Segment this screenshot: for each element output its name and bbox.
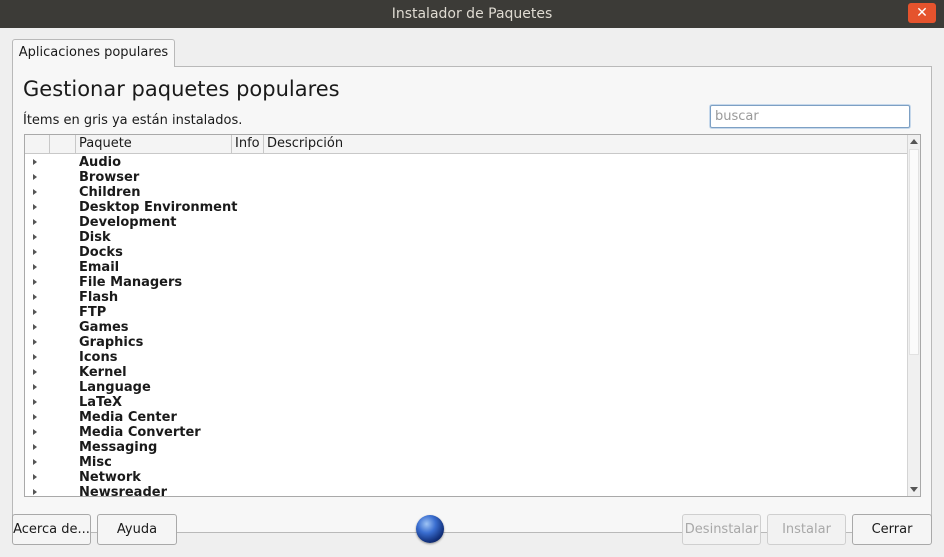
tree-row[interactable]: Audio [25, 155, 907, 170]
vertical-scrollbar[interactable] [907, 135, 920, 496]
tree-row[interactable]: Kernel [25, 365, 907, 380]
column-header-package[interactable]: Paquete [76, 135, 232, 154]
scroll-down-icon[interactable] [910, 487, 918, 492]
expander-icon[interactable] [33, 489, 37, 495]
tree-row[interactable]: Network [25, 470, 907, 485]
category-label: FTP [79, 305, 107, 320]
package-tree[interactable]: Paquete Info Descripción Audio Browser Chi… [24, 134, 921, 497]
expander-icon[interactable] [33, 459, 37, 465]
tree-row[interactable]: Language [25, 380, 907, 395]
tree-row[interactable]: Children [25, 185, 907, 200]
tree-row[interactable]: Development [25, 215, 907, 230]
tree-row[interactable]: Misc [25, 455, 907, 470]
tree-row[interactable]: Media Center [25, 410, 907, 425]
expander-icon[interactable] [33, 474, 37, 480]
column-header-description[interactable]: Descripción [264, 135, 907, 154]
installed-hint: Ítems en gris ya están instalados. [23, 113, 243, 128]
window-title: Instalador de Paquetes [391, 6, 553, 22]
tree-row[interactable]: LaTeX [25, 395, 907, 410]
tree-header: Paquete Info Descripción [25, 135, 907, 154]
main-window: Aplicaciones populares Gestionar paquete… [0, 28, 944, 557]
category-label: Development [79, 215, 177, 230]
expander-icon[interactable] [33, 339, 37, 345]
about-button[interactable]: Acerca de... [12, 514, 91, 545]
install-button[interactable]: Instalar [767, 514, 846, 545]
category-label: Audio [79, 155, 122, 170]
category-label: Children [79, 185, 141, 200]
category-label: Messaging [79, 440, 158, 455]
expander-icon[interactable] [33, 309, 37, 315]
category-label: Browser [79, 170, 140, 185]
expander-icon[interactable] [33, 369, 37, 375]
tree-row[interactable]: Desktop Environment [25, 200, 907, 215]
expander-icon[interactable] [33, 429, 37, 435]
expander-icon[interactable] [33, 159, 37, 165]
expander-icon[interactable] [33, 234, 37, 240]
column-header-check[interactable] [50, 135, 76, 154]
expander-icon[interactable] [33, 174, 37, 180]
help-button[interactable]: Ayuda [97, 514, 177, 545]
category-label: LaTeX [79, 395, 123, 410]
tree-row[interactable]: Games [25, 320, 907, 335]
expander-icon[interactable] [33, 264, 37, 270]
expander-icon[interactable] [33, 204, 37, 210]
tree-row[interactable]: Browser [25, 170, 907, 185]
expander-icon[interactable] [33, 219, 37, 225]
tree-row[interactable]: File Managers [25, 275, 907, 290]
expander-icon[interactable] [33, 279, 37, 285]
category-label: File Managers [79, 275, 183, 290]
column-header-info[interactable]: Info [232, 135, 264, 154]
category-label: Docks [79, 245, 123, 260]
column-header-expander[interactable] [25, 135, 50, 154]
search-input[interactable] [710, 105, 910, 128]
category-label: Media Center [79, 410, 177, 425]
tree-rows: Audio Browser Children Desktop Environment D… [25, 155, 907, 497]
tree-row[interactable]: FTP [25, 305, 907, 320]
close-button[interactable]: Cerrar [852, 514, 932, 545]
category-label: Disk [79, 230, 111, 245]
category-label: Email [79, 260, 120, 275]
category-label: Newsreader [79, 485, 167, 497]
expander-icon[interactable] [33, 414, 37, 420]
expander-icon[interactable] [33, 249, 37, 255]
expander-icon[interactable] [33, 354, 37, 360]
close-icon[interactable]: ✕ [908, 3, 936, 23]
category-label: Icons [79, 350, 118, 365]
expander-icon[interactable] [33, 189, 37, 195]
tree-row[interactable]: Icons [25, 350, 907, 365]
category-label: Flash [79, 290, 119, 305]
scroll-up-icon[interactable] [910, 139, 918, 144]
globe-icon [416, 515, 444, 543]
tab-panel: Gestionar paquetes populares Ítems en gr… [12, 66, 932, 533]
scrollbar-thumb[interactable] [909, 149, 919, 355]
expander-icon[interactable] [33, 384, 37, 390]
category-label: Graphics [79, 335, 144, 350]
category-label: Kernel [79, 365, 127, 380]
expander-icon[interactable] [33, 399, 37, 405]
category-label: Games [79, 320, 129, 335]
tree-row[interactable]: Disk [25, 230, 907, 245]
category-label: Language [79, 380, 151, 395]
tree-row[interactable]: Docks [25, 245, 907, 260]
tree-row[interactable]: Messaging [25, 440, 907, 455]
expander-icon[interactable] [33, 294, 37, 300]
tree-row[interactable]: Email [25, 260, 907, 275]
expander-icon[interactable] [33, 324, 37, 330]
title-bar: Instalador de Paquetes ✕ [0, 0, 944, 28]
tab-aplicaciones-populares[interactable]: Aplicaciones populares [12, 39, 175, 67]
page-title: Gestionar paquetes populares [23, 77, 340, 101]
tree-row[interactable]: Newsreader [25, 485, 907, 497]
tree-row[interactable]: Flash [25, 290, 907, 305]
tree-row[interactable]: Graphics [25, 335, 907, 350]
uninstall-button[interactable]: Desinstalar [682, 514, 761, 545]
tree-row[interactable]: Media Converter [25, 425, 907, 440]
category-label: Media Converter [79, 425, 201, 440]
category-label: Misc [79, 455, 112, 470]
category-label: Desktop Environment [79, 200, 238, 215]
category-label: Network [79, 470, 141, 485]
expander-icon[interactable] [33, 444, 37, 450]
